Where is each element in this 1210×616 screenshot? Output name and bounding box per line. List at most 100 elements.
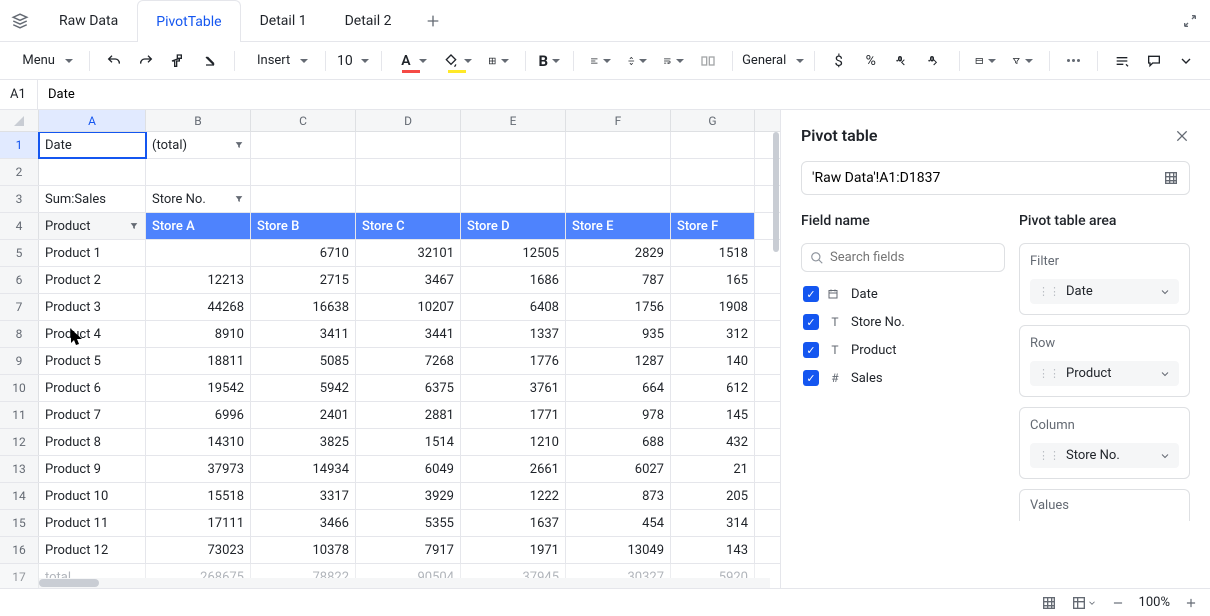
data-range-input[interactable] [801, 161, 1190, 195]
cell[interactable]: 1222 [461, 483, 566, 509]
cell[interactable]: (total) [146, 132, 251, 158]
cell[interactable]: Product 8 [39, 429, 146, 455]
cell[interactable] [566, 186, 671, 212]
cell[interactable]: 2661 [461, 456, 566, 482]
percent-button[interactable]: % [857, 47, 885, 75]
text-color-button[interactable]: A [391, 47, 432, 75]
cell[interactable]: Product 5 [39, 348, 146, 374]
cell[interactable]: 165 [671, 267, 755, 293]
cell[interactable]: 10207 [356, 294, 461, 320]
cell[interactable]: Product 10 [39, 483, 146, 509]
cell[interactable]: 688 [566, 429, 671, 455]
values-area[interactable]: Values [1019, 489, 1190, 521]
cell[interactable] [461, 159, 566, 185]
close-panel-button[interactable] [1174, 128, 1190, 144]
column-header-c[interactable]: C [251, 110, 356, 131]
grid-body[interactable]: 1 Date (total) 2 3 Sum:Sales Store No. [0, 132, 780, 588]
cell[interactable]: 16638 [251, 294, 356, 320]
cell[interactable]: 1908 [671, 294, 755, 320]
cell[interactable] [566, 159, 671, 185]
row-header[interactable]: 17 [0, 564, 39, 588]
cell[interactable]: 19542 [146, 375, 251, 401]
merge-cells-button[interactable] [694, 47, 722, 75]
select-range-icon[interactable] [1163, 170, 1179, 186]
fill-color-button[interactable] [437, 47, 478, 75]
cell[interactable] [251, 132, 356, 158]
cell[interactable] [356, 159, 461, 185]
cell[interactable]: 140 [671, 348, 755, 374]
cell[interactable]: 873 [566, 483, 671, 509]
cell[interactable]: 978 [566, 402, 671, 428]
cell[interactable]: 145 [671, 402, 755, 428]
bold-button[interactable]: B [535, 47, 563, 75]
cell[interactable]: Store D [461, 213, 566, 239]
row-header[interactable]: 8 [0, 321, 39, 347]
zoom-value[interactable]: 100% [1139, 595, 1170, 610]
row-area[interactable]: Row ⋮⋮ Product [1019, 325, 1190, 397]
tab-detail-2[interactable]: Detail 2 [326, 0, 411, 41]
column-header-d[interactable]: D [356, 110, 461, 131]
formula-input[interactable] [38, 87, 1210, 102]
zoom-out-button[interactable] [1111, 596, 1125, 610]
filter-area[interactable]: Filter ⋮⋮ Date [1019, 243, 1190, 315]
cell[interactable]: 1776 [461, 348, 566, 374]
redo-button[interactable] [132, 47, 160, 75]
row-header[interactable]: 9 [0, 348, 39, 374]
cell[interactable]: 7917 [356, 537, 461, 563]
cell[interactable]: 6049 [356, 456, 461, 482]
cell[interactable]: 17111 [146, 510, 251, 536]
filter-icon[interactable] [127, 219, 141, 233]
row-header[interactable]: 13 [0, 456, 39, 482]
vertical-align-button[interactable] [621, 47, 654, 75]
cell[interactable]: 1518 [671, 240, 755, 266]
undo-button[interactable] [100, 47, 128, 75]
checkbox-icon[interactable]: ✓ [803, 342, 819, 358]
cell[interactable]: 205 [671, 483, 755, 509]
cell[interactable]: 13049 [566, 537, 671, 563]
collapse-icon[interactable] [1178, 9, 1202, 33]
cell[interactable]: 3441 [356, 321, 461, 347]
horizontal-align-button[interactable] [584, 47, 617, 75]
add-tab-button[interactable] [411, 0, 455, 41]
cell[interactable]: 12213 [146, 267, 251, 293]
cell[interactable]: 14310 [146, 429, 251, 455]
filter-icon[interactable] [232, 138, 246, 152]
conditional-format-button[interactable] [969, 47, 1002, 75]
chevron-down-icon[interactable] [1159, 450, 1171, 462]
currency-button[interactable]: $ [825, 47, 853, 75]
chevron-down-icon[interactable] [1159, 368, 1171, 380]
cell[interactable]: 32101 [356, 240, 461, 266]
cell[interactable]: 5085 [251, 348, 356, 374]
cell[interactable]: Product 2 [39, 267, 146, 293]
zoom-in-button[interactable] [1184, 596, 1198, 610]
cell[interactable]: 8910 [146, 321, 251, 347]
cell[interactable]: 1210 [461, 429, 566, 455]
cell[interactable]: 6710 [251, 240, 356, 266]
menu-button[interactable]: Menu [10, 47, 79, 75]
cell[interactable]: 454 [566, 510, 671, 536]
cell[interactable] [146, 240, 251, 266]
cell[interactable]: 143 [671, 537, 755, 563]
cell[interactable]: 432 [671, 429, 755, 455]
cell[interactable]: 44268 [146, 294, 251, 320]
find-button[interactable] [1108, 47, 1136, 75]
select-all-corner[interactable] [0, 110, 39, 131]
filter-pill-date[interactable]: ⋮⋮ Date [1030, 279, 1179, 304]
cell[interactable]: 18811 [146, 348, 251, 374]
cell[interactable]: 73023 [146, 537, 251, 563]
cell[interactable]: Store A [146, 213, 251, 239]
field-item-date[interactable]: ✓ Date [803, 286, 1003, 302]
more-button[interactable] [1059, 47, 1087, 75]
cell[interactable]: 1287 [566, 348, 671, 374]
cell[interactable] [356, 132, 461, 158]
filter-button[interactable] [1006, 47, 1039, 75]
row-header[interactable]: 14 [0, 483, 39, 509]
field-item-sales[interactable]: ✓ # Sales [803, 370, 1003, 386]
cell[interactable]: 2715 [251, 267, 356, 293]
checkbox-icon[interactable]: ✓ [803, 314, 819, 330]
cell[interactable] [671, 186, 755, 212]
cell[interactable]: Product 9 [39, 456, 146, 482]
cell[interactable]: Product 11 [39, 510, 146, 536]
comment-button[interactable] [1140, 47, 1168, 75]
cell[interactable]: 664 [566, 375, 671, 401]
